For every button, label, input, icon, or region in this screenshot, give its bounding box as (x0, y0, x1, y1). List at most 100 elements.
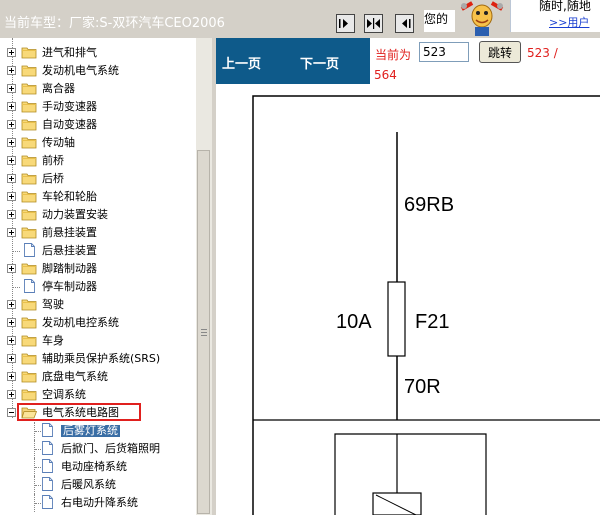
tree-child-item[interactable]: 后暖风系统 (0, 476, 196, 494)
folder-icon (21, 47, 37, 59)
first-page-button[interactable] (336, 14, 355, 33)
tree-item[interactable]: 自动变速器 (0, 116, 196, 134)
tree-child-label: 右电动升降系统 (61, 496, 138, 509)
tree-child-item[interactable]: 后掀门、后货箱照明 (0, 440, 196, 458)
folder-icon (21, 371, 37, 383)
expand-toggle-icon[interactable] (7, 138, 16, 147)
tree-item[interactable]: 空调系统 (0, 386, 196, 404)
tree-item[interactable]: 前桥 (0, 152, 196, 170)
tree-connector (35, 449, 41, 450)
expand-toggle-icon[interactable] (7, 354, 16, 363)
split-arrows-icon (367, 18, 380, 29)
tree-item[interactable]: 进气和排气 (0, 44, 196, 62)
folder-icon (21, 299, 37, 311)
tree-child-item[interactable]: 右电动升降系统 (0, 494, 196, 512)
folder-icon (21, 191, 37, 203)
document-icon (24, 243, 35, 257)
tree-item-label: 发动机电气系统 (42, 64, 119, 77)
wire-label-70r: 70R (404, 376, 441, 398)
tree-item-label: 车轮和轮胎 (42, 190, 97, 203)
tree-item[interactable]: 前悬挂装置 (0, 224, 196, 242)
expand-toggle-icon[interactable] (7, 174, 16, 183)
split-view-button[interactable] (364, 14, 383, 33)
wiring-diagram: 69RB 10A F21 70R (216, 84, 600, 516)
expand-toggle-icon[interactable] (7, 84, 16, 93)
folder-icon (21, 101, 37, 113)
tree-item[interactable]: 车身 (0, 332, 196, 350)
tree-child-label: 后掀门、后货箱照明 (61, 442, 160, 455)
page-jump-panel: 当前为 跳转 523 / 564 (370, 38, 600, 84)
document-icon (42, 495, 53, 509)
last-page-button[interactable] (395, 14, 414, 33)
tree-item[interactable]: 停车制动器 (0, 278, 196, 296)
expand-toggle-icon[interactable] (7, 390, 16, 399)
tree-item-label: 停车制动器 (42, 280, 97, 293)
tree-item[interactable]: 离合器 (0, 80, 196, 98)
expand-toggle-icon[interactable] (7, 372, 16, 381)
top-toolbar: 当前车型：厂家:S-双环汽车CEO2006 您的 随时,随地 >>用户 (0, 0, 600, 38)
expand-toggle-icon[interactable] (7, 318, 16, 327)
tree-child-item[interactable]: 电动座椅系统 (0, 458, 196, 476)
expand-toggle-icon[interactable] (7, 48, 16, 57)
tree-child-label: 电动座椅系统 (61, 460, 127, 473)
tree-item-label: 车身 (42, 334, 64, 347)
tree-item[interactable]: 后悬挂装置 (0, 242, 196, 260)
tree-item-label: 手动变速器 (42, 100, 97, 113)
tree-item[interactable]: 发动机电控系统 (0, 314, 196, 332)
tree-item-label: 自动变速器 (42, 118, 97, 131)
folder-icon (21, 335, 37, 347)
mascot-logo-icon (460, 1, 504, 36)
folder-icon (21, 209, 37, 221)
folder-icon (21, 155, 37, 167)
promo-text: 随时,随地 (539, 0, 591, 13)
folder-icon (21, 65, 37, 77)
expand-toggle-icon[interactable] (7, 156, 16, 165)
expand-toggle-icon[interactable] (7, 66, 16, 75)
tree-child-label: 后暖风系统 (61, 478, 116, 491)
promo-user-link[interactable]: >>用户 (549, 14, 589, 30)
page-total: 523 / (527, 46, 558, 60)
expand-toggle-icon[interactable] (7, 264, 16, 273)
scrollbar-thumb[interactable] (197, 150, 210, 514)
category-tree: 进气和排气发动机电气系统离合器手动变速器自动变速器传动轴 前桥 后桥车轮和轮胎动力装… (0, 38, 196, 515)
tree-child-item[interactable]: 后雾灯系统 (0, 422, 196, 440)
tree-scrollbar[interactable] (196, 38, 212, 515)
tree-item-label: 发动机电控系统 (42, 316, 119, 329)
expand-toggle-icon[interactable] (7, 336, 16, 345)
tree-item[interactable]: 手动变速器 (0, 98, 196, 116)
tree-item[interactable]: 驾驶 (0, 296, 196, 314)
folder-icon (21, 227, 37, 239)
collapse-toggle-icon[interactable] (7, 408, 16, 417)
tree-item-label: 后悬挂装置 (42, 244, 97, 257)
tree-item[interactable]: 车轮和轮胎 (0, 188, 196, 206)
jump-button[interactable]: 跳转 (479, 41, 521, 63)
tree-item-label: 底盘电气系统 (42, 370, 108, 383)
expand-toggle-icon[interactable] (7, 120, 16, 129)
tree-item[interactable]: 动力装置安装 (0, 206, 196, 224)
tree-item[interactable]: 脚踏制动器 (0, 260, 196, 278)
tree-item[interactable]: 底盘电气系统 (0, 368, 196, 386)
tree-connector (35, 485, 41, 486)
folder-icon (21, 173, 37, 185)
tree-item[interactable]: 后桥 (0, 170, 196, 188)
tree-item-label: 辅助乘员保护系统(SRS) (42, 352, 161, 365)
folder-icon (21, 137, 37, 149)
expand-toggle-icon[interactable] (7, 228, 16, 237)
next-page-link[interactable]: 下一页 (300, 53, 339, 72)
tree-item[interactable]: 传动轴 (0, 134, 196, 152)
expand-toggle-icon[interactable] (7, 192, 16, 201)
current-page-label: 当前为 (375, 48, 412, 62)
tree-item-label: 前悬挂装置 (42, 226, 97, 239)
prev-page-link[interactable]: 上一页 (222, 53, 261, 72)
tree-item[interactable]: 辅助乘员保护系统(SRS) (0, 350, 196, 368)
tree-item[interactable]: 发动机电气系统 (0, 62, 196, 80)
document-icon (42, 441, 53, 455)
tree-item-label: 空调系统 (42, 388, 86, 401)
folder-icon (21, 119, 37, 131)
expand-toggle-icon[interactable] (7, 300, 16, 309)
page-number-input[interactable] (419, 42, 469, 62)
expand-toggle-icon[interactable] (7, 210, 16, 219)
tree-connector (35, 431, 41, 432)
tree-connector (35, 503, 41, 504)
expand-toggle-icon[interactable] (7, 102, 16, 111)
